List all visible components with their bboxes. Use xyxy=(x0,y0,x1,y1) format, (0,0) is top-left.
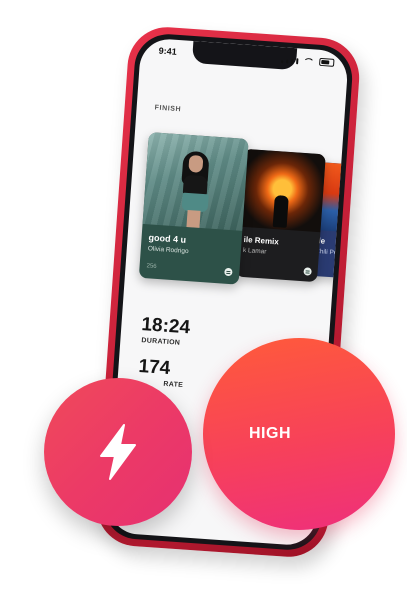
app-promo-stage: 9:41 FINISH good 4 u Olivia Rodrigo 256 … xyxy=(0,0,407,613)
battery-icon xyxy=(319,57,335,67)
track-card[interactable]: ile Remix k Lamar xyxy=(235,148,326,283)
intensity-high-button[interactable]: HIGH xyxy=(203,338,395,530)
boost-button[interactable] xyxy=(44,378,192,526)
intensity-label: HIGH xyxy=(249,425,291,442)
rate-label: RATE xyxy=(163,380,184,390)
track-artist: Olivia Rodrigo xyxy=(147,245,189,256)
status-time: 9:41 xyxy=(158,45,177,57)
track-carousel[interactable]: good 4 u Olivia Rodrigo 256 ile Remix k … xyxy=(131,130,350,298)
duration-value: 18:24 xyxy=(140,314,191,339)
signal-icon xyxy=(296,58,299,65)
signal-icon xyxy=(291,58,294,64)
spotify-icon xyxy=(303,267,312,276)
album-art xyxy=(142,132,249,231)
signal-icon xyxy=(286,59,289,64)
spotify-icon xyxy=(224,267,233,277)
track-title: ile Remix xyxy=(243,234,280,247)
track-count: 256 xyxy=(146,263,157,270)
rate-value: 174 xyxy=(137,355,171,380)
track-title: good 4 u xyxy=(148,232,187,245)
track-artist: k Lamar xyxy=(242,246,267,256)
lightning-bolt-icon xyxy=(95,423,141,481)
duration-label: DURATION xyxy=(141,337,181,347)
wifi-icon xyxy=(303,57,315,66)
signal-icon xyxy=(281,60,284,64)
album-art xyxy=(238,148,326,233)
section-label: FINISH xyxy=(154,104,182,114)
track-card[interactable]: good 4 u Olivia Rodrigo 256 xyxy=(138,132,249,285)
